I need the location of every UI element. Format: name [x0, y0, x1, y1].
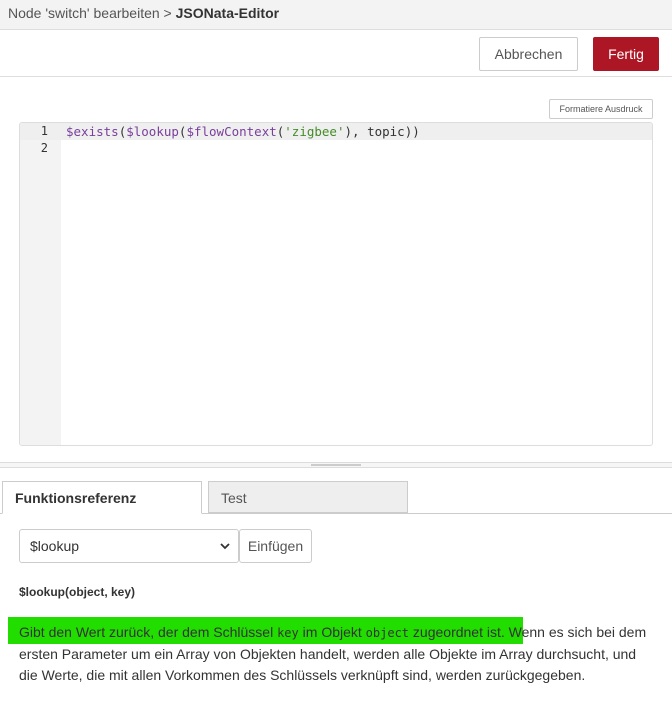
- tab-test[interactable]: Test: [208, 481, 408, 513]
- code-token-string: 'zigbee': [284, 124, 345, 139]
- chevron-down-icon: [220, 543, 230, 550]
- code-token-function: $flowContext: [186, 124, 277, 139]
- resize-grip-icon[interactable]: [311, 464, 361, 466]
- breadcrumb-separator: >: [163, 5, 172, 21]
- function-select[interactable]: $lookup: [19, 529, 239, 563]
- function-description: Gibt den Wert zurück, der dem Schlüssel …: [19, 622, 649, 686]
- code-token-rest: ), topic)): [344, 124, 420, 139]
- breadcrumb-parent[interactable]: Node 'switch' bearbeiten: [8, 5, 160, 21]
- function-signature: $lookup(object, key): [19, 585, 136, 599]
- expression-editor[interactable]: 1 2 $exists($lookup($flowContext('zigbee…: [19, 122, 653, 446]
- tray-toolbar: Abbrechen Fertig: [0, 30, 672, 77]
- tab-function-reference[interactable]: Funktionsreferenz: [2, 481, 202, 514]
- breadcrumb: Node 'switch' bearbeiten > JSONata-Edito…: [8, 5, 279, 21]
- tray-header: Node 'switch' bearbeiten > JSONata-Edito…: [0, 0, 672, 30]
- resize-divider[interactable]: [0, 462, 672, 468]
- editor-gutter: [20, 123, 61, 445]
- cancel-button[interactable]: Abbrechen: [479, 37, 578, 71]
- code-token-function: $lookup: [126, 124, 179, 139]
- description-code-object: object: [365, 626, 410, 640]
- code-line-1[interactable]: $exists($lookup($flowContext('zigbee'), …: [66, 123, 420, 140]
- done-button[interactable]: Fertig: [593, 37, 659, 71]
- function-select-value: $lookup: [30, 538, 80, 554]
- line-number: 1: [40, 124, 48, 138]
- tab-bar: Funktionsreferenz Test: [0, 481, 672, 514]
- description-code-key: key: [277, 626, 299, 640]
- format-expression-button[interactable]: Formatiere Ausdruck: [549, 99, 653, 119]
- description-text: Gibt den Wert zurück, der dem Schlüssel: [19, 624, 278, 640]
- code-token-function: $exists: [66, 124, 119, 139]
- insert-button[interactable]: Einfügen: [239, 529, 312, 563]
- page-title: JSONata-Editor: [175, 5, 280, 21]
- description-text: im Objekt: [298, 624, 366, 640]
- line-number: 2: [40, 141, 48, 155]
